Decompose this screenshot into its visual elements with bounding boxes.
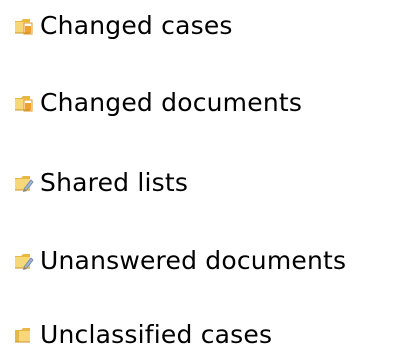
folder-list: Changed cases Changed documents Shared l… bbox=[0, 0, 408, 351]
folder-with-document-icon bbox=[14, 16, 34, 36]
folder-with-pen-icon bbox=[14, 251, 34, 271]
folder-icon bbox=[14, 325, 34, 345]
folder-item-unclassified-cases[interactable]: Unclassified cases bbox=[14, 318, 272, 352]
folder-label: Changed documents bbox=[40, 88, 303, 117]
folder-with-document-icon bbox=[14, 93, 34, 113]
folder-item-changed-documents[interactable]: Changed documents bbox=[14, 86, 302, 120]
folder-item-shared-lists[interactable]: Shared lists bbox=[14, 166, 188, 200]
folder-label: Changed cases bbox=[40, 11, 233, 40]
folder-label: Shared lists bbox=[40, 168, 189, 197]
folder-with-pen-icon bbox=[14, 173, 34, 193]
folder-label: Unclassified cases bbox=[40, 320, 273, 349]
folder-label: Unanswered documents bbox=[40, 246, 347, 275]
folder-item-unanswered-documents[interactable]: Unanswered documents bbox=[14, 244, 346, 278]
folder-item-changed-cases[interactable]: Changed cases bbox=[14, 9, 233, 43]
